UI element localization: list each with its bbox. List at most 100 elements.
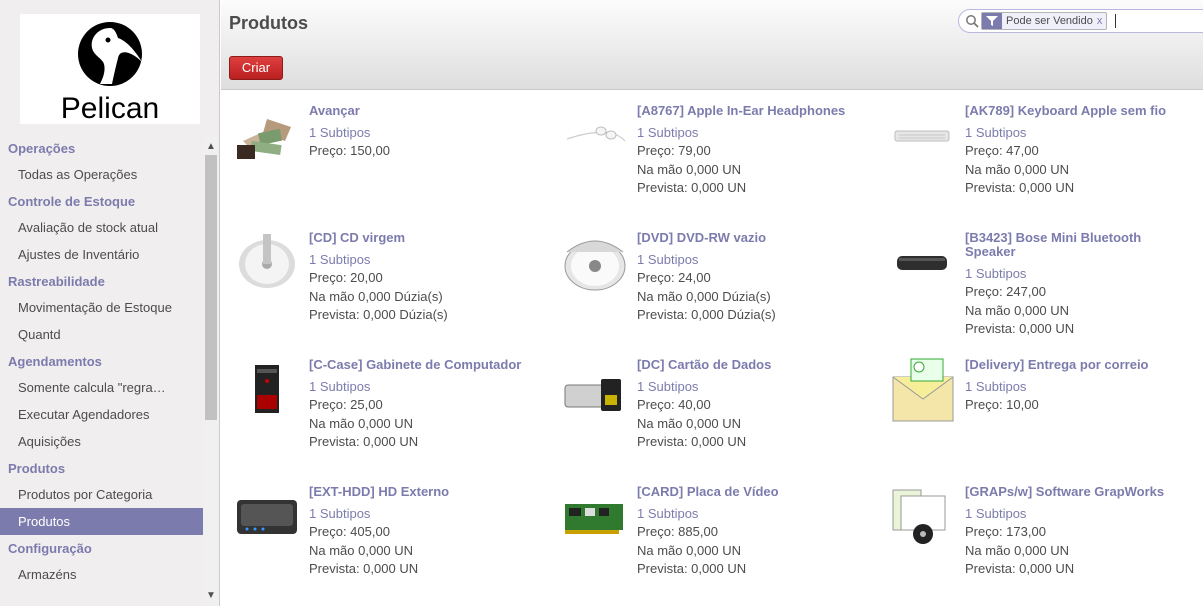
search-facet[interactable]: Pode ser Vendido x bbox=[981, 12, 1108, 30]
product-info: [C-Case] Gabinete de Computador 1 Subtipo… bbox=[309, 358, 537, 452]
scroll-up-icon[interactable]: ▲ bbox=[203, 139, 219, 155]
menu-item[interactable]: Ajustes de Inventário bbox=[0, 241, 203, 268]
menu-item[interactable]: Avaliação de stock atual bbox=[0, 214, 203, 241]
product-name[interactable]: [A8767] Apple In-Ear Headphones bbox=[637, 104, 865, 118]
product-subtypes-link[interactable]: 1 Subtipos bbox=[637, 123, 865, 142]
menu-item[interactable]: Somente calcula "regra… bbox=[0, 374, 203, 401]
product-subtypes-link[interactable]: 1 Subtipos bbox=[965, 504, 1193, 523]
product-name[interactable]: [Delivery] Entrega por correio bbox=[965, 358, 1193, 372]
mail-icon[interactable] bbox=[889, 355, 957, 425]
product-card[interactable]: [B3423] Bose Mini Bluetooth Speaker 1 Sub… bbox=[877, 218, 1197, 338]
product-name[interactable]: [AK789] Keyboard Apple sem fio bbox=[965, 104, 1193, 118]
menu-item[interactable]: Movimentação de Estoque bbox=[0, 294, 203, 321]
speaker-icon[interactable] bbox=[889, 228, 957, 298]
filter-icon bbox=[982, 13, 1002, 29]
product-info: [Delivery] Entrega por correio 1 Subtipos… bbox=[965, 358, 1193, 415]
product-subtypes-link[interactable]: 1 Subtipos bbox=[309, 250, 537, 269]
product-detail-line: Na mão 0,000 Dúzia(s) bbox=[309, 288, 443, 304]
money-hands-icon[interactable] bbox=[233, 101, 301, 171]
create-button[interactable]: Criar bbox=[229, 56, 283, 80]
sidebar-scrollbar[interactable]: ▲ ▼ bbox=[203, 137, 219, 606]
product-subtypes-link[interactable]: 1 Subtipos bbox=[309, 123, 537, 142]
product-name[interactable]: [DC] Cartão de Dados bbox=[637, 358, 865, 372]
menu-item[interactable]: Produtos por Categoria bbox=[0, 481, 203, 508]
facet-remove-icon[interactable]: x bbox=[1097, 15, 1107, 27]
product-name[interactable]: [EXT-HDD] HD Externo bbox=[309, 485, 537, 499]
product-info: [GRAPs/w] Software GrapWorks 1 Subtipos Pr… bbox=[965, 485, 1193, 579]
product-name[interactable]: [DVD] DVD-RW vazio bbox=[637, 231, 865, 245]
product-subtypes-link[interactable]: 1 Subtipos bbox=[637, 377, 865, 396]
product-detail-line: Prevista: 0,000 UN bbox=[965, 180, 1075, 195]
product-subtypes-link[interactable]: 1 Subtipos bbox=[965, 264, 1193, 283]
product-detail-line: Prevista: 0,000 UN bbox=[965, 561, 1075, 576]
product-detail-line: Preço: 79,00 bbox=[637, 143, 711, 158]
earphones-icon[interactable] bbox=[561, 101, 629, 171]
software-box-icon[interactable] bbox=[889, 482, 957, 552]
product-card[interactable]: [DVD] DVD-RW vazio 1 Subtipos Preço: 24,00… bbox=[549, 218, 869, 338]
product-subtypes-link[interactable]: 1 Subtipos bbox=[637, 250, 865, 269]
menu-item[interactable]: Armazéns bbox=[0, 561, 203, 588]
external-hdd-icon[interactable] bbox=[233, 482, 301, 552]
logo-text: Pelican bbox=[60, 92, 160, 125]
product-info: [B3423] Bose Mini Bluetooth Speaker 1 Sub… bbox=[965, 231, 1193, 339]
product-info: [A8767] Apple In-Ear Headphones 1 Subtipo… bbox=[637, 104, 865, 198]
product-card[interactable]: [GRAPs/w] Software GrapWorks 1 Subtipos Pr… bbox=[877, 472, 1197, 592]
menu-item[interactable]: Quantd bbox=[0, 321, 203, 348]
facet-label: Pode ser Vendido bbox=[1006, 15, 1093, 27]
scroll-thumb[interactable] bbox=[205, 155, 217, 420]
product-detail-line: Prevista: 0,000 Dúzia(s) bbox=[309, 307, 448, 322]
product-name[interactable]: [CARD] Placa de Vídeo bbox=[637, 485, 865, 499]
video-card-icon[interactable] bbox=[561, 482, 629, 552]
search-icon[interactable] bbox=[965, 14, 979, 28]
product-card[interactable]: [EXT-HDD] HD Externo 1 Subtipos Preço: 405… bbox=[221, 472, 541, 592]
product-subtypes-link[interactable]: 1 Subtipos bbox=[637, 504, 865, 523]
product-name[interactable]: Avançar bbox=[309, 104, 537, 118]
menu-item[interactable]: Executar Agendadores bbox=[0, 401, 203, 428]
dvd-spindle-icon[interactable] bbox=[561, 228, 629, 298]
product-detail-line: Prevista: 0,000 UN bbox=[309, 434, 419, 449]
product-card[interactable]: [DC] Cartão de Dados 1 Subtipos Preço: 40,… bbox=[549, 345, 869, 465]
keyboard-icon[interactable] bbox=[889, 101, 957, 171]
product-name[interactable]: [B3423] Bose Mini Bluetooth Speaker bbox=[965, 231, 1193, 259]
menu-section: Controle de Estoque bbox=[8, 194, 136, 209]
menu-item[interactable]: Todas as Operações bbox=[0, 161, 203, 188]
product-detail-line: Na mão 0,000 UN bbox=[965, 161, 1070, 177]
product-card[interactable]: [Delivery] Entrega por correio 1 Subtipos… bbox=[877, 345, 1197, 465]
product-detail-line: Preço: 173,00 bbox=[965, 524, 1046, 539]
company-logo[interactable]: Pelican bbox=[20, 14, 200, 125]
product-info: [AK789] Keyboard Apple sem fio 1 Subtipos… bbox=[965, 104, 1193, 198]
product-card[interactable]: [A8767] Apple In-Ear Headphones 1 Subtipo… bbox=[549, 91, 869, 211]
product-detail-line: Preço: 40,00 bbox=[637, 397, 711, 412]
product-subtypes-link[interactable]: 1 Subtipos bbox=[309, 377, 537, 396]
cd-spindle-icon[interactable] bbox=[233, 228, 301, 298]
sidebar: Pelican Operações Todas as Operações Contr… bbox=[0, 0, 220, 606]
menu-item[interactable]: Produtos bbox=[0, 508, 203, 535]
product-subtypes-link[interactable]: 1 Subtipos bbox=[965, 377, 1193, 396]
product-subtypes-link[interactable]: 1 Subtipos bbox=[965, 123, 1193, 142]
product-name[interactable]: [GRAPs/w] Software GrapWorks bbox=[965, 485, 1193, 499]
product-detail-line: Preço: 20,00 bbox=[309, 270, 383, 285]
product-card[interactable]: Avançar 1 Subtipos Preço: 150,00 bbox=[221, 91, 541, 211]
product-card[interactable]: [C-Case] Gabinete de Computador 1 Subtipo… bbox=[221, 345, 541, 465]
product-detail-line: Prevista: 0,000 UN bbox=[637, 561, 747, 576]
search-input[interactable]: Pode ser Vendido x bbox=[958, 9, 1203, 33]
product-detail-line: Prevista: 0,000 UN bbox=[637, 434, 747, 449]
product-card[interactable]: [CD] CD virgem 1 Subtipos Preço: 20,00 Na m… bbox=[221, 218, 541, 338]
product-info: [DVD] DVD-RW vazio 1 Subtipos Preço: 24,00… bbox=[637, 231, 865, 325]
product-detail-line: Preço: 47,00 bbox=[965, 143, 1039, 158]
computer-case-icon[interactable] bbox=[233, 355, 301, 425]
product-detail-line: Na mão 0,000 UN bbox=[637, 161, 742, 177]
product-detail-line: Na mão 0,000 Dúzia(s) bbox=[637, 288, 771, 304]
data-card-icon[interactable] bbox=[561, 355, 629, 425]
product-info: [EXT-HDD] HD Externo 1 Subtipos Preço: 405… bbox=[309, 485, 537, 579]
product-detail-line: Preço: 24,00 bbox=[637, 270, 711, 285]
product-detail-line: Prevista: 0,000 Dúzia(s) bbox=[637, 307, 776, 322]
product-name[interactable]: [C-Case] Gabinete de Computador bbox=[309, 358, 537, 372]
product-name[interactable]: [CD] CD virgem bbox=[309, 231, 537, 245]
product-card[interactable]: [AK789] Keyboard Apple sem fio 1 Subtipos… bbox=[877, 91, 1197, 211]
product-card[interactable]: [CARD] Placa de Vídeo 1 Subtipos Preço: 88… bbox=[549, 472, 869, 592]
scroll-down-icon[interactable]: ▼ bbox=[203, 588, 219, 604]
menu-item[interactable]: Aquisições bbox=[0, 428, 203, 455]
product-subtypes-link[interactable]: 1 Subtipos bbox=[309, 504, 537, 523]
product-info: [DC] Cartão de Dados 1 Subtipos Preço: 40,… bbox=[637, 358, 865, 452]
